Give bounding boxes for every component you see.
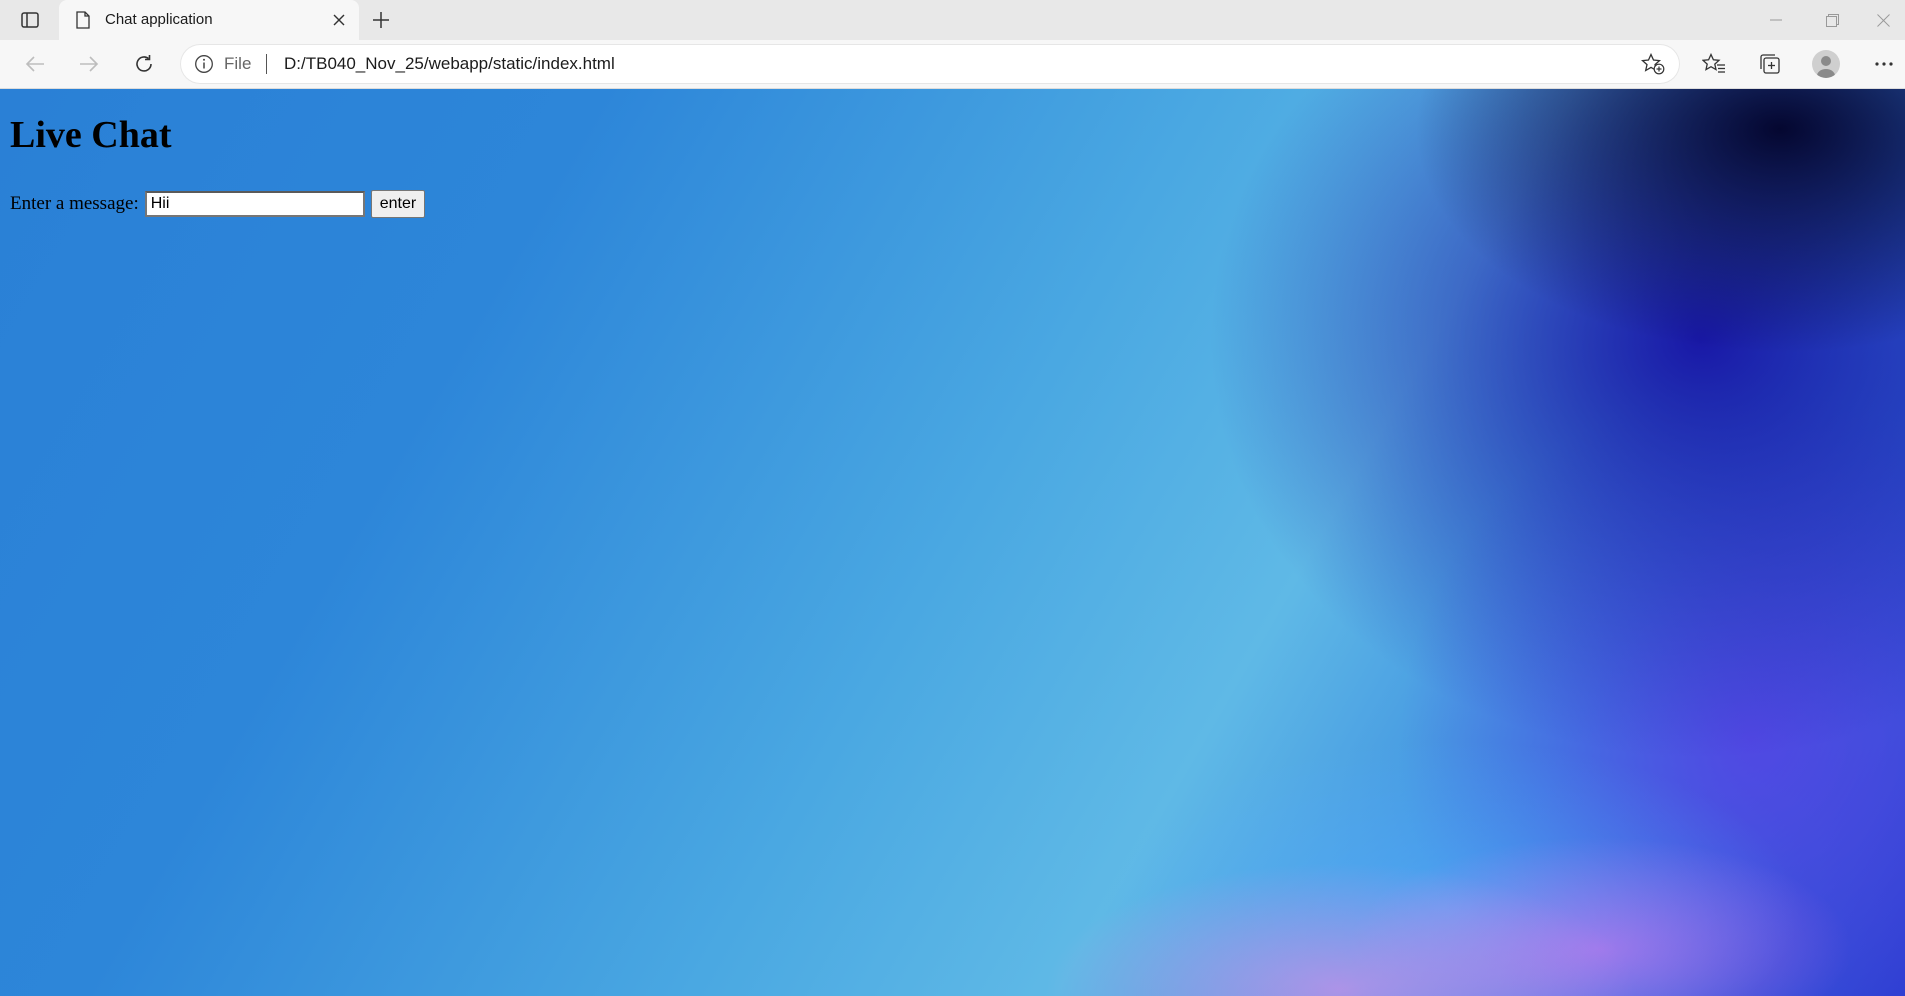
favorites-button[interactable] bbox=[1696, 48, 1732, 80]
tab-title: Chat application bbox=[105, 11, 213, 28]
new-tab-button[interactable] bbox=[366, 6, 396, 34]
close-icon bbox=[333, 14, 345, 26]
reload-icon bbox=[136, 55, 152, 72]
message-input[interactable] bbox=[144, 191, 365, 217]
back-button[interactable] bbox=[17, 48, 53, 80]
favorites-icon bbox=[1702, 53, 1725, 73]
close-icon bbox=[1877, 13, 1890, 27]
restore-icon bbox=[1825, 13, 1839, 27]
site-info-label: File bbox=[224, 54, 252, 73]
message-form: Enter a message: enter bbox=[10, 190, 426, 218]
forward-button[interactable] bbox=[71, 48, 107, 80]
profile-icon bbox=[1812, 50, 1840, 78]
address-bar[interactable]: File D:/TB040_Nov_25/webapp/static/index… bbox=[180, 44, 1680, 84]
enter-button[interactable]: enter bbox=[370, 190, 426, 218]
tab-strip: Chat application bbox=[0, 0, 1905, 40]
tab-chat-application[interactable]: Chat application bbox=[59, 0, 359, 40]
more-icon bbox=[1875, 62, 1893, 66]
add-favorite-button[interactable] bbox=[1640, 52, 1666, 76]
tab-actions-icon bbox=[21, 12, 39, 28]
toolbar: File D:/TB040_Nov_25/webapp/static/index… bbox=[0, 40, 1905, 89]
address-divider bbox=[266, 54, 267, 74]
message-label: Enter a message: bbox=[10, 193, 139, 214]
page-title: Live Chat bbox=[10, 114, 172, 156]
tab-close-button[interactable] bbox=[327, 8, 351, 32]
info-icon bbox=[195, 55, 213, 73]
collections-button[interactable] bbox=[1752, 48, 1788, 80]
profile-button[interactable] bbox=[1808, 48, 1844, 80]
arrow-right-icon bbox=[80, 56, 99, 72]
browser-window: Chat application File D:/TB040_Nov_25/we… bbox=[0, 0, 1905, 996]
collections-icon bbox=[1760, 54, 1780, 74]
site-info-button[interactable]: File bbox=[194, 44, 251, 84]
url-text[interactable]: D:/TB040_Nov_25/webapp/static/index.html bbox=[284, 44, 615, 84]
minimize-button[interactable] bbox=[1748, 0, 1804, 40]
more-menu-button[interactable] bbox=[1866, 48, 1902, 80]
minimize-icon bbox=[1770, 19, 1782, 21]
reload-button[interactable] bbox=[126, 48, 162, 80]
page-viewport: Live Chat Enter a message: enter bbox=[0, 89, 1905, 996]
star-plus-icon bbox=[1641, 53, 1665, 75]
restore-button[interactable] bbox=[1804, 0, 1860, 40]
page-icon bbox=[73, 10, 93, 30]
close-window-button[interactable] bbox=[1862, 0, 1905, 40]
plus-icon bbox=[373, 12, 389, 28]
tab-actions-button[interactable] bbox=[12, 6, 48, 34]
arrow-left-icon bbox=[25, 56, 44, 72]
